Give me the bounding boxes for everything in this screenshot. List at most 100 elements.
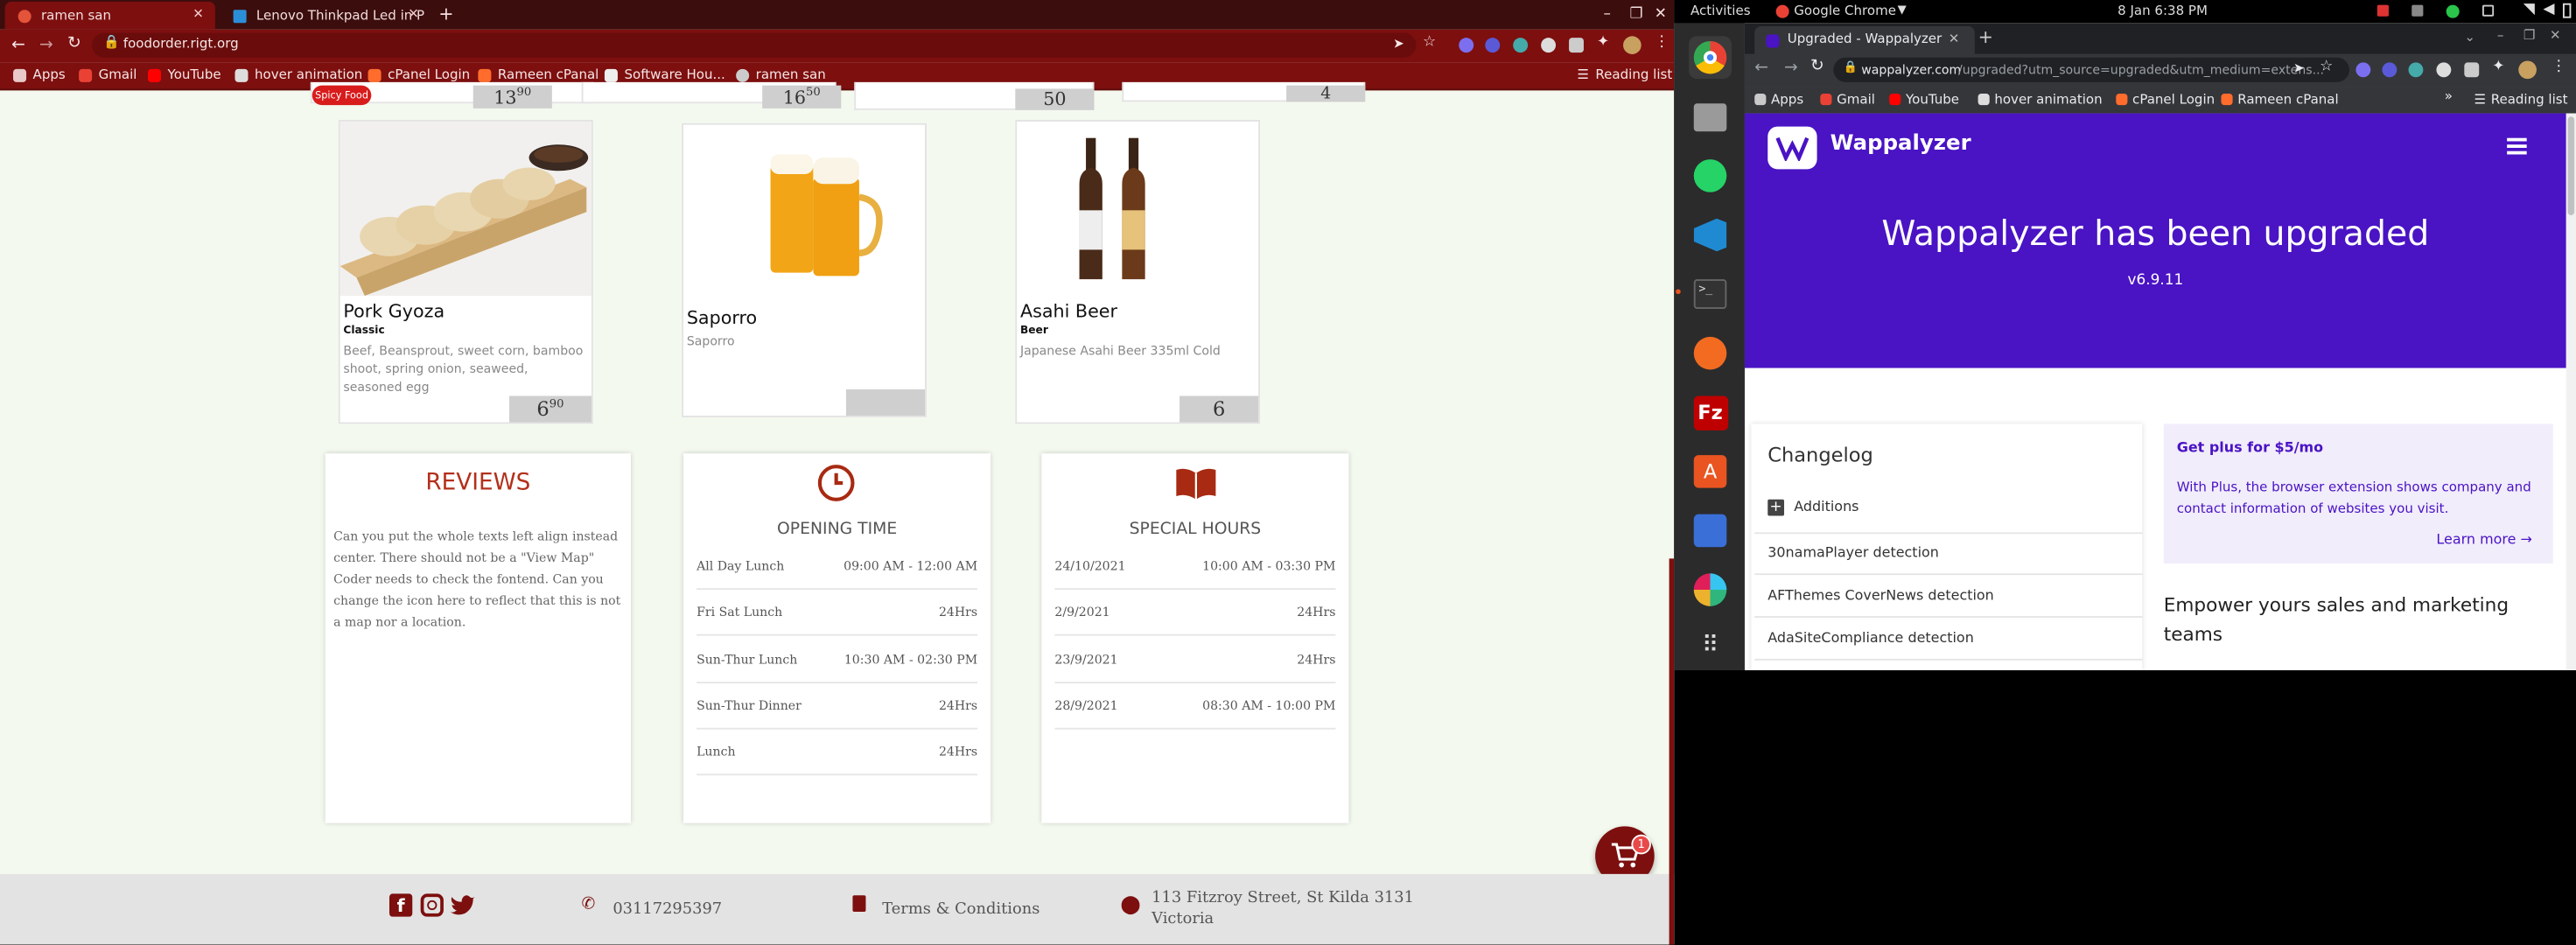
bookmark-rameen-cpanal[interactable]: Rameen cPanal [2221,92,2339,107]
bookmark-hover-animation[interactable]: hover animation [1978,92,2103,107]
bookmark-cpanel-login[interactable]: cPanel Login [368,67,470,82]
bookmark-apps[interactable]: Apps [13,67,66,82]
extension-icon[interactable] [2436,62,2452,78]
address-bar[interactable] [92,32,1417,58]
tab-close-icon[interactable]: ✕ [408,7,419,22]
puzzle-extensions-icon[interactable]: ✦ [1597,34,1609,51]
hamburger-menu-icon[interactable] [2507,137,2527,155]
bookmark-star-icon[interactable]: ☆ [2320,60,2333,76]
hours-value: 08:30 AM - 10:00 PM [1202,697,1336,713]
globe-icon [736,67,750,81]
scrollbar-thumb[interactable] [2567,116,2575,215]
tab-close-icon[interactable]: ✕ [192,7,204,22]
footer-terms-link[interactable]: Terms & Conditions [882,900,1040,919]
bookmark-cpanel-login[interactable]: cPanel Login [2116,92,2215,107]
bookmark-rameen-cpanal[interactable]: Rameen cPanal [478,67,598,82]
footer-phone[interactable]: 03117295397 [612,900,722,919]
wappalyzer-logo-icon[interactable] [1768,126,1817,170]
back-arrow-icon[interactable]: ← [11,36,25,54]
menu-kebab-icon[interactable]: ⋮ [2552,60,2566,76]
tray-icon[interactable] [2376,4,2389,17]
tab-wappalyzer[interactable]: Upgraded - Wappalyzer ✕ [1754,26,1975,54]
menu-kebab-icon[interactable]: ⋮ [1655,34,1670,51]
apps-grid-icon [13,67,27,81]
bookmark-youtube[interactable]: YouTube [147,67,221,82]
bookmark-star-icon[interactable]: ☆ [1423,34,1436,51]
show-applications-grid-icon[interactable]: ⠿ [1689,624,1732,667]
scrollbar-track[interactable] [2566,113,2576,671]
new-tab-plus-icon[interactable]: + [1978,26,1993,47]
puzzle-extensions-icon[interactable]: ✦ [2492,60,2504,76]
filezilla-launcher-icon[interactable]: Fz [1689,391,1732,434]
extension-icon[interactable] [1513,38,1529,53]
bookmark-ramen-san[interactable]: ramen san [736,67,826,82]
bookmark-apps[interactable]: Apps [1754,92,1803,107]
restore-icon[interactable]: ❐ [1630,7,1643,24]
restore-icon[interactable]: ❐ [2524,28,2535,43]
brand-name[interactable]: Wappalyzer [1830,131,1971,156]
close-window-icon[interactable]: ✕ [2550,28,2561,43]
toolbar: ← → ↻ 🔒 ➤ ☆ ✦ ⋮ [0,29,1675,63]
learn-more-link[interactable]: Learn more → [2436,532,2531,549]
cart-count-badge: 1 [1631,834,1651,855]
bookmark-youtube[interactable]: YouTube [1889,92,1959,107]
bookmark-hover-animation[interactable]: hover animation [234,67,362,82]
forward-arrow-icon[interactable]: → [1784,60,1798,78]
clock[interactable]: 8 Jan 6:38 PM [2118,4,2208,18]
tab-ramen-san[interactable]: ramen san ✕ [4,1,215,30]
tray-icon[interactable] [2412,4,2424,17]
extension-icon[interactable] [2408,62,2424,78]
extension-icon[interactable] [1459,38,1474,53]
facebook-icon[interactable]: f [388,893,413,917]
software-center-launcher-icon[interactable]: A [1689,450,1732,493]
whatsapp-launcher-icon[interactable] [1689,154,1732,197]
minimize-icon[interactable]: – [2497,28,2504,43]
extension-icon[interactable] [1485,38,1501,53]
send-icon[interactable]: ➤ [1393,36,1404,51]
extension-icon[interactable] [2382,62,2398,78]
chrome-launcher-icon[interactable] [1689,36,1732,80]
tasks-launcher-icon[interactable] [1689,509,1732,552]
back-arrow-icon[interactable]: ← [1754,60,1768,78]
files-launcher-icon[interactable] [1689,95,1732,138]
close-window-icon[interactable]: ✕ [1655,7,1667,24]
camera-extension-icon[interactable] [2464,62,2480,78]
wifi-icon[interactable]: ◥ [2524,2,2535,18]
send-icon[interactable]: ➤ [2293,60,2305,75]
bookmark-gmail[interactable]: Gmail [79,67,136,82]
instagram-icon[interactable] [420,893,444,917]
address-bar[interactable]: 🔒 wappalyzer.com /upgraded?utm_source=up… [1833,57,2349,82]
volume-icon[interactable]: ◀ [2543,2,2554,18]
tab-close-icon[interactable]: ✕ [1949,32,1960,46]
vscode-launcher-icon[interactable] [1689,214,1732,256]
new-tab-plus-icon[interactable]: + [438,4,453,24]
camera-extension-icon[interactable] [1569,38,1584,53]
reading-list-button[interactable]: ☰ Reading list [1577,67,1672,82]
tab-lenovo[interactable]: Lenovo Thinkpad Led in P ✕ [220,2,430,30]
bookmark-software-house[interactable]: Software Hou... [604,67,725,82]
changelog-item: 30namaPlayer detection [1754,532,2143,576]
extension-icon[interactable] [2356,62,2371,78]
profile-avatar[interactable] [1623,36,1642,54]
twitter-icon[interactable] [450,893,476,916]
system-top-bar: Activities Google Chrome ▼ 8 Jan 6:38 PM… [1674,0,2576,24]
minimize-icon[interactable]: – [1603,7,1610,24]
terminal-launcher-icon[interactable]: >_ [1689,273,1732,316]
battery-icon[interactable] [2562,3,2572,18]
tray-icon[interactable] [2482,4,2495,17]
whatsapp-tray-icon[interactable] [2446,4,2460,18]
tab-search-chevron-icon[interactable]: ⌄ [2464,30,2475,45]
bookmark-gmail[interactable]: Gmail [1820,92,1875,107]
extension-icon[interactable] [1541,38,1557,53]
app-menu[interactable]: Google Chrome [1794,4,1896,18]
slack-launcher-icon[interactable] [1689,569,1732,612]
reload-icon[interactable]: ↻ [67,34,81,52]
activities-button[interactable]: Activities [1690,4,1751,18]
item-description: Japanese Asahi Beer 335ml Cold [1019,343,1221,359]
forward-arrow-icon[interactable]: → [39,36,53,54]
more-bookmarks-icon[interactable]: » [2445,88,2453,103]
profile-avatar[interactable] [2518,60,2537,80]
reading-list-button[interactable]: ☰ Reading list [2474,92,2568,107]
reload-icon[interactable]: ↻ [1810,58,1824,76]
postman-launcher-icon[interactable] [1689,332,1732,374]
